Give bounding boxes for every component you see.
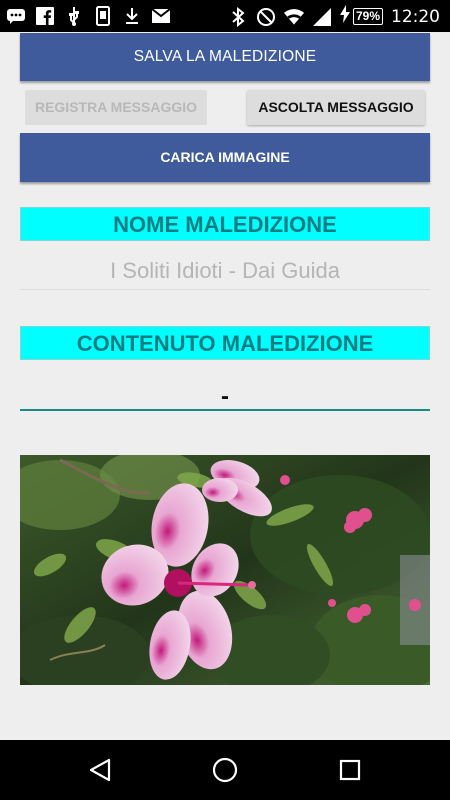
charging-icon — [339, 5, 350, 28]
download-icon — [122, 6, 142, 26]
usb-icon — [64, 6, 84, 26]
facebook-icon — [35, 6, 55, 26]
status-bar: 79% 12:20 — [0, 0, 450, 32]
status-bar-notifications — [6, 6, 171, 26]
gmail-icon — [151, 6, 171, 26]
clock: 12:20 — [391, 6, 440, 27]
back-icon[interactable] — [84, 754, 116, 786]
record-message-button[interactable]: REGISTRA MESSAGGIO — [25, 90, 207, 125]
bluetooth-icon — [228, 6, 248, 27]
battery-indicator: 79% — [339, 5, 383, 28]
curse-name-label: NOME MALEDIZIONE — [20, 207, 430, 241]
storage-icon — [93, 6, 113, 26]
curse-name-field[interactable]: I Soliti Idioti - Dai Guida — [20, 250, 430, 290]
navigation-bar — [0, 740, 450, 800]
wifi-icon — [283, 7, 304, 27]
chat-icon — [6, 6, 26, 26]
signal-icon — [312, 7, 332, 27]
load-image-button[interactable]: CARICA IMMAGINE — [20, 133, 430, 182]
status-bar-system: 79% 12:20 — [228, 5, 440, 28]
listen-message-button[interactable]: ASCOLTA MESSAGGIO — [247, 90, 425, 125]
recents-icon[interactable] — [334, 754, 366, 786]
save-curse-button[interactable]: SALVA LA MALEDIZIONE — [20, 33, 430, 81]
do-not-disturb-icon — [256, 7, 276, 27]
curse-content-field[interactable]: - — [20, 380, 430, 411]
home-icon[interactable] — [209, 754, 241, 786]
battery-percent: 79% — [352, 8, 383, 25]
curse-image — [20, 455, 430, 685]
curse-content-label: CONTENUTO MALEDIZIONE — [20, 326, 430, 360]
